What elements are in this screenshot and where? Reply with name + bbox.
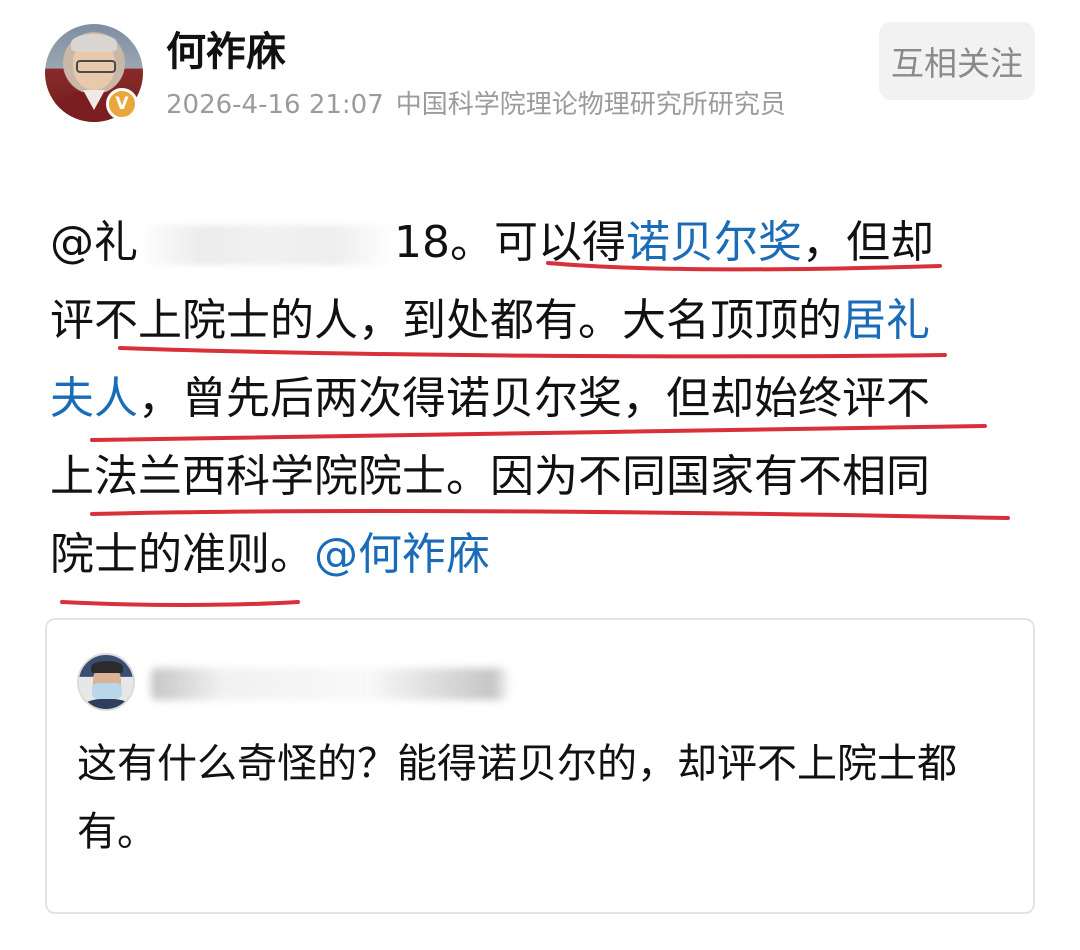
quoted-avatar-hair: [91, 661, 123, 673]
verified-v-icon: V: [106, 88, 138, 120]
quoted-avatar-body: [83, 699, 131, 709]
quoted-post-card[interactable]: 这有什么奇怪的？能得诺贝尔的，却评不上院士都有。: [45, 618, 1035, 914]
post-text: 评不上院士的人，到处都有。大名顶顶的: [50, 295, 842, 346]
topic-link-curie[interactable]: 居礼: [842, 295, 930, 346]
post-line-4: 上法兰西科学院院士。因为不同国家有不相同: [50, 438, 1022, 516]
post-line-2: 评不上院士的人，到处都有。大名顶顶的居礼: [50, 282, 1022, 360]
post-text: ，曾先后两次得诺贝尔奖，但却始终评不: [138, 373, 930, 424]
post-meta: 2026-4-16 21:07 中国科学院理论物理研究所研究员: [166, 88, 786, 122]
post-text: ，但却: [802, 217, 934, 268]
mention-prefix[interactable]: @礼: [50, 217, 138, 268]
mention-link[interactable]: @何祚庥: [314, 529, 490, 580]
post-timestamp: 2026-4-16 21:07: [166, 90, 384, 120]
quoted-user-avatar[interactable]: [77, 653, 135, 711]
post-text: 18。可以得: [394, 217, 626, 268]
post-line-1: @礼 18。可以得诺贝尔奖，但却: [50, 204, 1022, 282]
underline-5: [60, 600, 300, 607]
post-line-5: 院士的准则。@何祚庥: [50, 516, 1022, 594]
follow-button[interactable]: 互相关注: [879, 22, 1035, 100]
post-body: @礼 18。可以得诺贝尔奖，但却 评不上院士的人，到处都有。大名顶顶的居礼 夫人，…: [50, 204, 1022, 594]
avatar-glasses: [76, 60, 116, 73]
author-name[interactable]: 何祚庥: [166, 28, 286, 76]
redacted-username: [138, 225, 394, 265]
quoted-avatar-mask: [92, 683, 122, 699]
redacted-quoted-username: [151, 668, 511, 700]
post-text: 院士的准则。: [50, 529, 314, 580]
avatar-hair: [71, 34, 117, 52]
topic-link-nobel-prize[interactable]: 诺贝尔奖: [626, 217, 802, 268]
quoted-post-text: 这有什么奇怪的？能得诺贝尔的，却评不上院士都有。: [77, 741, 957, 855]
post-text: 上法兰西科学院院士。因为不同国家有不相同: [50, 451, 930, 502]
author-bio: 中国科学院理论物理研究所研究员: [395, 90, 786, 120]
post-line-3: 夫人，曾先后两次得诺贝尔奖，但却始终评不: [50, 360, 1022, 438]
topic-link-curie-cont[interactable]: 夫人: [50, 373, 138, 424]
weibo-post-page: V 何祚庥 2026-4-16 21:07 中国科学院理论物理研究所研究员 互相关…: [0, 0, 1080, 950]
